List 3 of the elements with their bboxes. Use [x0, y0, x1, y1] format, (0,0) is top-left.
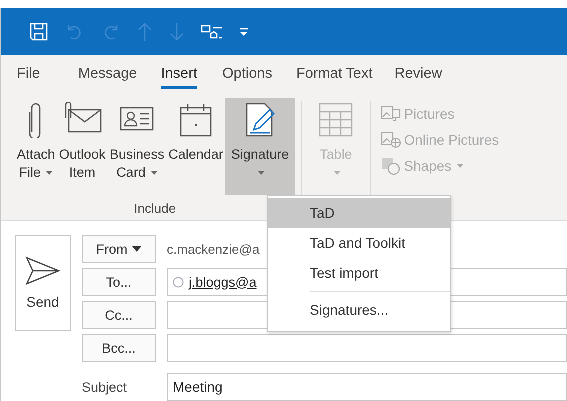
group-label: Include	[134, 201, 176, 217]
subject-label: Subject	[82, 380, 128, 394]
sender-address: c.mackenzie@a	[167, 242, 260, 256]
